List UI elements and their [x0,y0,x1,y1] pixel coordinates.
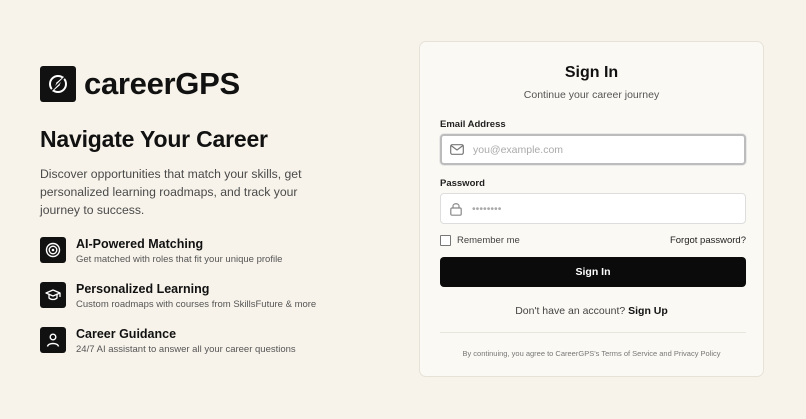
mail-icon [449,142,465,158]
feature-item: Personalized Learning Custom roadmaps wi… [40,282,360,310]
signin-title: Sign In [564,64,619,81]
hero-panel: careerGPS Navigate Your Career Discover … [40,66,360,372]
lock-icon [448,201,464,217]
user-icon [40,327,66,353]
target-icon [40,237,66,263]
page-headline: Navigate Your Career [40,126,268,152]
signin-subtitle: Continue your career journey [523,89,660,101]
forgot-password-link[interactable]: Forgot password? [670,235,746,246]
email-label: Email Address [440,119,506,130]
divider [440,332,746,333]
feature-list: AI-Powered Matching Get matched with rol… [40,237,360,355]
legal-text: By continuing, you agree to CareerGPS's … [462,349,721,358]
feature-subtitle: Custom roadmaps with courses from Skills… [76,299,317,310]
feature-title: Personalized Learning [76,282,210,296]
graduation-cap-icon [40,282,66,308]
signin-button[interactable]: Sign In [440,257,746,287]
remember-label: Remember me [457,235,520,246]
remember-checkbox[interactable] [440,235,451,246]
password-input[interactable] [470,201,734,216]
remember-me[interactable]: Remember me [440,235,520,246]
brand: careerGPS [40,66,360,102]
feature-item: AI-Powered Matching Get matched with rol… [40,237,360,265]
password-field[interactable] [440,193,746,224]
brand-name: careerGPS [84,66,240,101]
email-field[interactable] [440,134,746,165]
email-input[interactable] [471,142,735,157]
feature-subtitle: Get matched with roles that fit your uni… [76,254,283,265]
password-label: Password [440,178,485,189]
feature-item: Career Guidance 24/7 AI assistant to ans… [40,327,360,355]
feature-title: AI-Powered Matching [76,237,204,251]
no-account-text: Don't have an account? [515,305,626,317]
signup-prompt: Don't have an account? Sign Up [420,305,763,317]
signup-link[interactable]: Sign Up [628,305,668,317]
feature-subtitle: 24/7 AI assistant to answer all your car… [76,344,296,355]
signin-card: Sign In Continue your career journey Ema… [419,41,764,377]
compass-icon [40,66,76,102]
hero-description: Discover opportunities that match your s… [40,167,302,217]
feature-title: Career Guidance [76,327,177,341]
signin-options-row: Remember me Forgot password? [440,235,746,246]
